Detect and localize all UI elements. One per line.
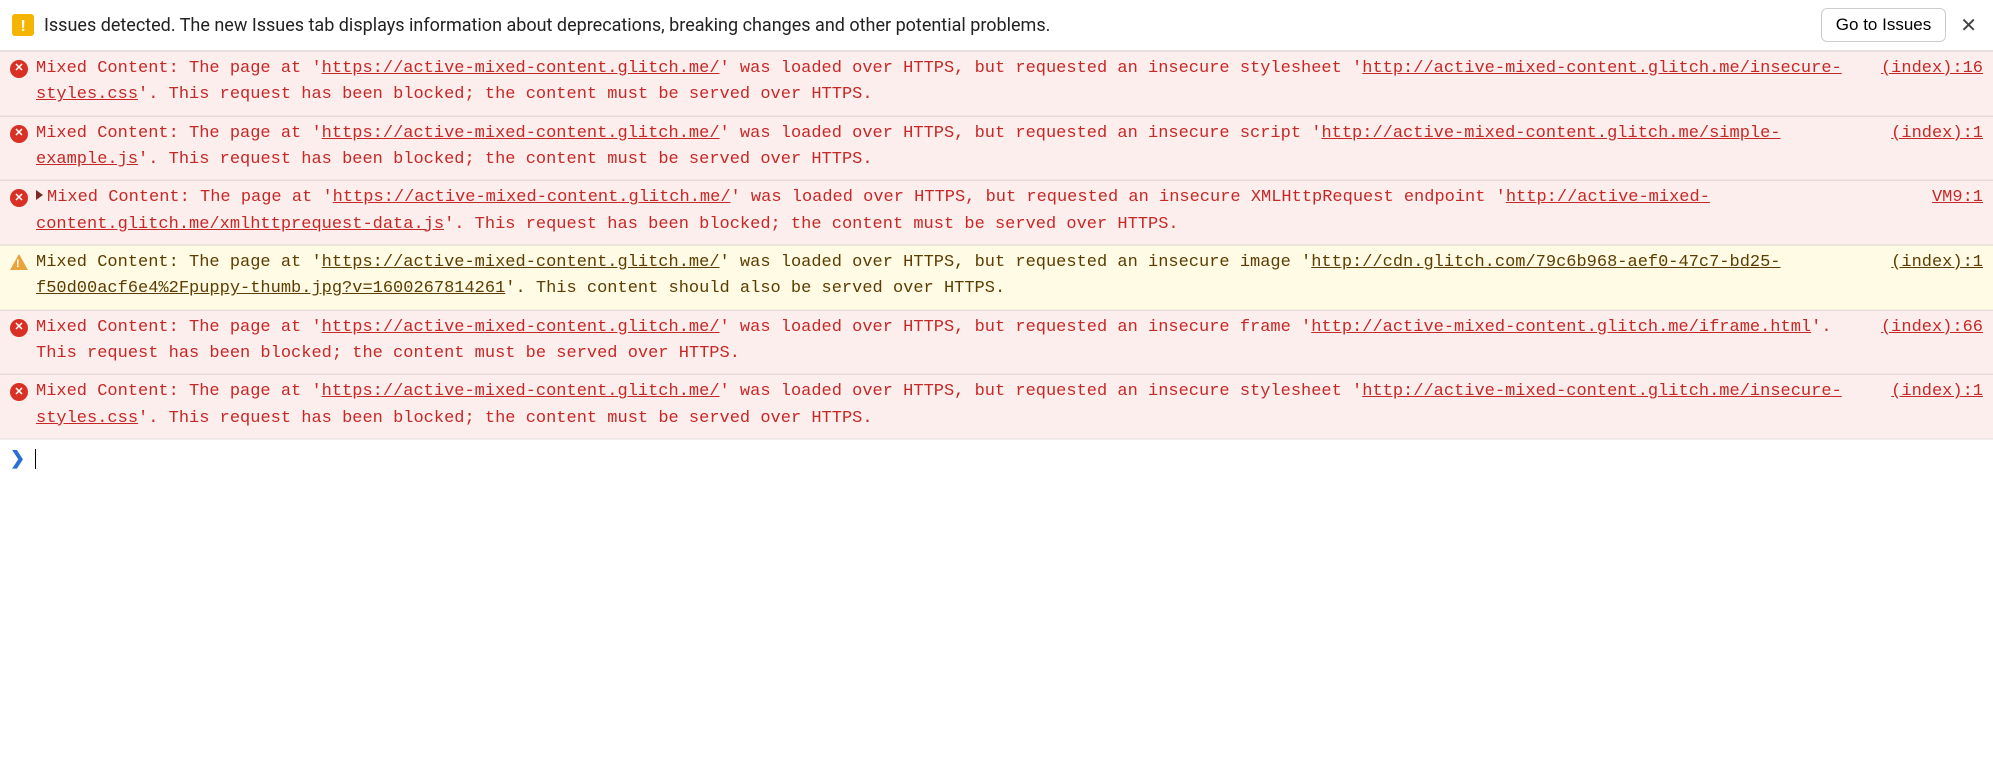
error-icon (10, 319, 28, 337)
page-url-link[interactable]: https://active-mixed-content.glitch.me/ (322, 382, 720, 401)
message-text: '. This content should also be served ov… (505, 279, 1005, 298)
message-text: ' was loaded over HTTPS, but requested a… (720, 382, 1363, 401)
resource-url-link[interactable]: http://active-mixed-content.glitch.me/if… (1311, 318, 1811, 337)
message-text: ' was loaded over HTTPS, but requested a… (731, 188, 1506, 207)
message-text: '. This request has been blocked; the co… (138, 150, 873, 169)
message-text: ' was loaded over HTTPS, but requested a… (720, 124, 1322, 143)
message-body: Mixed Content: The page at 'https://acti… (36, 121, 1871, 174)
message-text: ' was loaded over HTTPS, but requested a… (720, 318, 1312, 337)
console-log: Mixed Content: The page at 'https://acti… (0, 51, 1993, 439)
expand-icon[interactable] (36, 190, 43, 200)
console-message: Mixed Content: The page at 'https://acti… (0, 310, 1993, 375)
message-text: '. This request has been blocked; the co… (444, 215, 1179, 234)
message-text: Mixed Content: The page at ' (36, 124, 322, 143)
message-body: Mixed Content: The page at 'https://acti… (36, 250, 1871, 303)
message-text: Mixed Content: The page at ' (36, 253, 322, 272)
source-link[interactable]: VM9:1 (1912, 185, 1983, 211)
message-text: '. This request has been blocked; the co… (138, 409, 873, 428)
chevron-right-icon: ❯ (10, 448, 25, 469)
message-body: Mixed Content: The page at 'https://acti… (36, 56, 1861, 109)
message-text: Mixed Content: The page at ' (36, 59, 322, 78)
page-url-link[interactable]: https://active-mixed-content.glitch.me/ (333, 188, 731, 207)
page-url-link[interactable]: https://active-mixed-content.glitch.me/ (322, 253, 720, 272)
message-body: Mixed Content: The page at 'https://acti… (36, 379, 1871, 432)
source-link[interactable]: (index):66 (1861, 315, 1983, 341)
source-link[interactable]: (index):16 (1861, 56, 1983, 82)
console-message: Mixed Content: The page at 'https://acti… (0, 180, 1993, 245)
console-message: Mixed Content: The page at 'https://acti… (0, 51, 1993, 116)
error-icon (10, 60, 28, 78)
message-text: Mixed Content: The page at ' (36, 382, 322, 401)
close-icon[interactable]: ✕ (1956, 13, 1981, 37)
message-body: Mixed Content: The page at 'https://acti… (36, 185, 1912, 238)
source-link[interactable]: (index):1 (1871, 250, 1983, 276)
issues-bar: ! Issues detected. The new Issues tab di… (0, 0, 1993, 51)
message-text: Mixed Content: The page at ' (47, 188, 333, 207)
error-icon (10, 383, 28, 401)
message-text: ' was loaded over HTTPS, but requested a… (720, 253, 1312, 272)
console-message: Mixed Content: The page at 'https://acti… (0, 245, 1993, 310)
console-input[interactable] (36, 448, 1983, 469)
source-link[interactable]: (index):1 (1871, 121, 1983, 147)
page-url-link[interactable]: https://active-mixed-content.glitch.me/ (322, 59, 720, 78)
issues-text: Issues detected. The new Issues tab disp… (44, 15, 1811, 36)
message-text: ' was loaded over HTTPS, but requested a… (720, 59, 1363, 78)
console-message: Mixed Content: The page at 'https://acti… (0, 374, 1993, 439)
message-text: Mixed Content: The page at ' (36, 318, 322, 337)
error-icon (10, 125, 28, 143)
error-icon (10, 189, 28, 207)
issues-badge-icon: ! (12, 14, 34, 36)
go-to-issues-button[interactable]: Go to Issues (1821, 8, 1946, 42)
page-url-link[interactable]: https://active-mixed-content.glitch.me/ (322, 124, 720, 143)
warning-icon (10, 254, 28, 270)
console-prompt[interactable]: ❯ (0, 439, 1993, 477)
message-body: Mixed Content: The page at 'https://acti… (36, 315, 1861, 368)
source-link[interactable]: (index):1 (1871, 379, 1983, 405)
message-text: '. This request has been blocked; the co… (138, 85, 873, 104)
console-message: Mixed Content: The page at 'https://acti… (0, 116, 1993, 181)
page-url-link[interactable]: https://active-mixed-content.glitch.me/ (322, 318, 720, 337)
